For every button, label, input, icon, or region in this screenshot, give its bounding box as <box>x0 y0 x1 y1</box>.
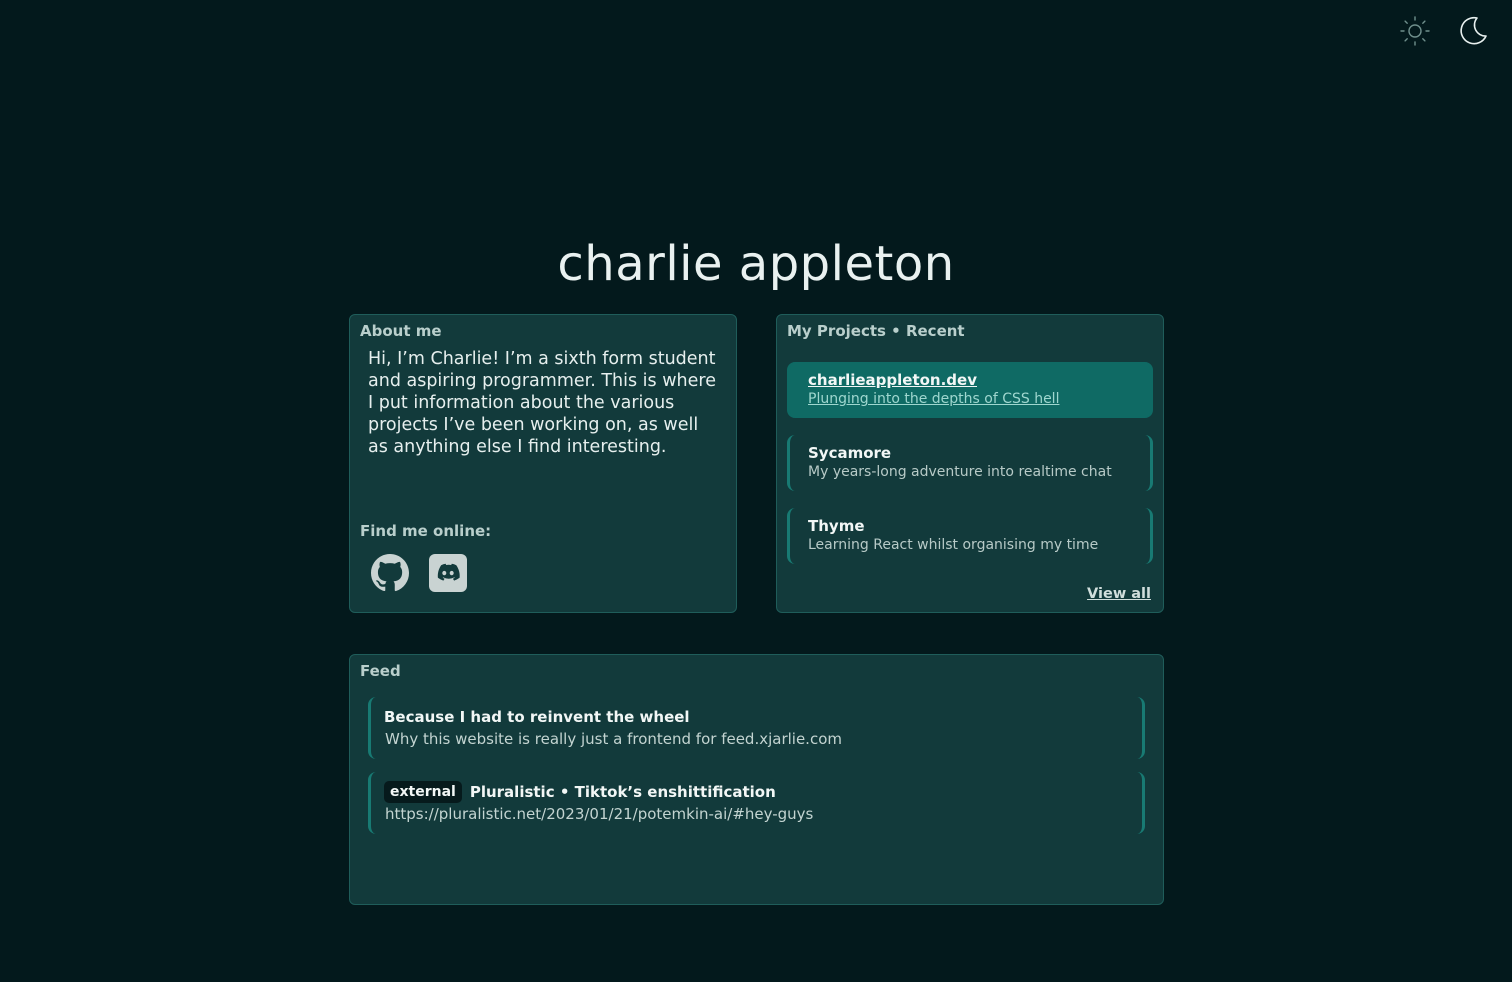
feed-item[interactable]: Because I had to reinvent the wheel Why … <box>368 697 1145 759</box>
about-card: About me Hi, I’m Charlie! I’m a sixth fo… <box>349 314 737 613</box>
project-name: Sycamore <box>808 444 892 462</box>
projects-card: My Projects • Recent charlieappleton.dev… <box>776 314 1164 613</box>
theme-toggles <box>1398 14 1490 48</box>
projects-heading: My Projects • Recent <box>787 322 965 340</box>
discord-icon <box>429 554 467 592</box>
project-charlieappleton-dev[interactable]: charlieappleton.dev Plunging into the de… <box>787 362 1153 418</box>
project-name: charlieappleton.dev <box>808 371 977 389</box>
project-description: Plunging into the depths of CSS hell <box>808 391 1060 407</box>
site-title: charlie appleton <box>557 236 955 292</box>
sun-icon <box>1400 16 1430 46</box>
about-text: Hi, I’m Charlie! I’m a sixth form studen… <box>368 349 716 457</box>
social-links <box>370 553 468 593</box>
feed-item-title: Because I had to reinvent the wheel <box>384 708 690 726</box>
feed-heading: Feed <box>360 662 401 680</box>
feed-card: Feed Because I had to reinvent the wheel… <box>349 654 1164 905</box>
view-all-link[interactable]: View all <box>1087 586 1151 602</box>
discord-link[interactable] <box>428 553 468 593</box>
feed-item-subtitle: Why this website is really just a fronte… <box>385 730 842 748</box>
dark-theme-button[interactable] <box>1456 14 1490 48</box>
github-icon <box>371 554 409 592</box>
project-description: Learning React whilst organising my time <box>808 537 1099 553</box>
light-theme-button[interactable] <box>1398 14 1432 48</box>
feed-item-title: Pluralistic • Tiktok’s enshittification <box>469 783 776 801</box>
project-description: My years-long adventure into realtime ch… <box>808 464 1112 480</box>
about-heading: About me <box>360 322 442 340</box>
project-thyme[interactable]: Thyme Learning React whilst organising m… <box>787 508 1153 564</box>
github-link[interactable] <box>370 553 410 593</box>
feed-item[interactable]: external Pluralistic • Tiktok’s enshitti… <box>368 772 1145 834</box>
project-sycamore[interactable]: Sycamore My years-long adventure into re… <box>787 435 1153 491</box>
moon-icon <box>1460 16 1487 45</box>
external-badge: external <box>384 781 462 803</box>
find-me-online-label: Find me online: <box>360 522 492 540</box>
project-name: Thyme <box>808 517 865 535</box>
feed-item-subtitle: https://pluralistic.net/2023/01/21/potem… <box>385 805 814 823</box>
